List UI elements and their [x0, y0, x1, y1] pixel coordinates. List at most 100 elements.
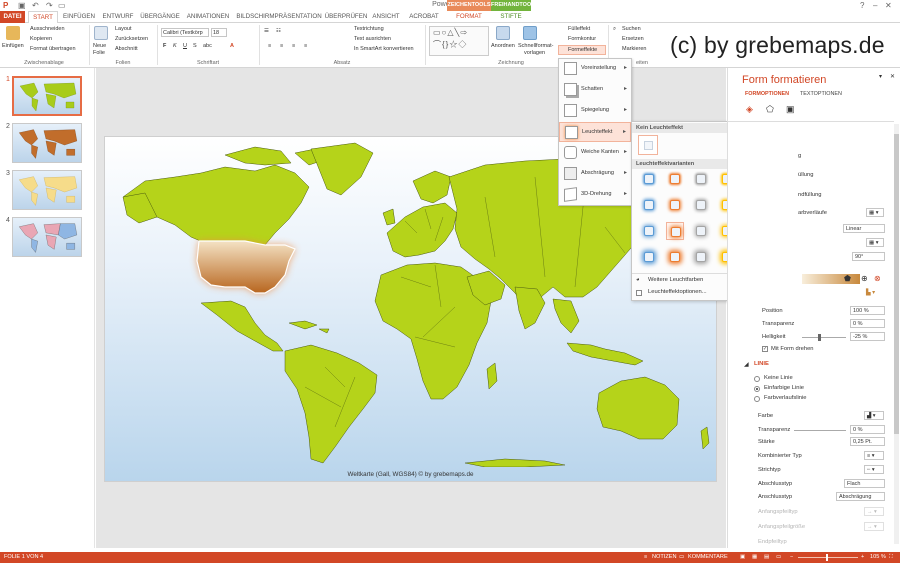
shape-outline-button[interactable]: Formkontur	[568, 36, 596, 42]
glow-variant-option[interactable]	[640, 248, 658, 266]
glow-variant-option[interactable]	[640, 170, 658, 188]
menu-item-bevel[interactable]: Abschrägung ▸	[559, 164, 631, 184]
tab-format[interactable]: FORMAT	[447, 11, 491, 23]
zoom-out-icon[interactable]: −	[790, 552, 793, 563]
paste-button[interactable]: Einfügen	[2, 43, 24, 49]
shadow-text-icon[interactable]: S	[193, 43, 197, 49]
quick-styles-icon[interactable]	[523, 26, 537, 40]
layout-button[interactable]: Layout	[115, 26, 132, 32]
text-direction-button[interactable]: Textrichtung	[354, 26, 384, 32]
underline-icon[interactable]: U	[183, 43, 187, 49]
new-slide-button[interactable]: Neue	[93, 43, 106, 49]
add-stop-icon[interactable]: ⊕	[861, 274, 868, 283]
line-section-header[interactable]: LINIE	[754, 361, 769, 367]
tab-pens[interactable]: STIFTE	[491, 11, 531, 23]
strikethrough-icon[interactable]: abc	[203, 43, 212, 49]
reading-view-icon[interactable]: ▤	[764, 552, 769, 563]
quick-styles-button-line2[interactable]: vorlagen	[524, 50, 545, 56]
select-button[interactable]: Markieren	[622, 46, 646, 52]
no-line-radio[interactable]	[754, 376, 760, 382]
align-left-icon[interactable]: ≡	[268, 43, 271, 49]
font-color-icon[interactable]: A	[230, 43, 234, 49]
align-right-icon[interactable]: ≡	[292, 43, 295, 49]
menu-item-3d-rotation[interactable]: 3D-Drehung ▸	[559, 185, 631, 205]
fit-to-window-icon[interactable]: ⛶	[889, 552, 893, 563]
size-properties-icon[interactable]: ▣	[786, 104, 795, 115]
menu-item-glow[interactable]: Leuchteffekt ▸	[559, 122, 631, 142]
new-slide-icon[interactable]	[94, 26, 108, 40]
help-icon[interactable]: ?	[860, 1, 864, 10]
shape-effects-button-frame[interactable]: Formeffekte	[558, 45, 606, 55]
tab-design[interactable]: ENTWURF	[100, 11, 136, 23]
gradient-line-radio[interactable]	[754, 396, 760, 402]
normal-view-icon[interactable]: ▣	[740, 552, 745, 563]
glow-variant-option[interactable]	[640, 196, 658, 214]
tab-file[interactable]: DATEI	[0, 11, 25, 23]
shape-fill-button[interactable]: Fülleffekt	[568, 26, 590, 32]
glow-variant-option[interactable]	[692, 196, 710, 214]
align-text-button[interactable]: Text ausrichten	[354, 36, 391, 42]
pane-close-icon[interactable]: ✕	[890, 74, 895, 80]
remove-stop-icon[interactable]: ⊗	[874, 274, 881, 283]
tab-acrobat[interactable]: ACROBAT	[406, 11, 442, 23]
glow-variant-option[interactable]	[640, 222, 658, 240]
join-type-dropdown[interactable]: Abschrägung	[836, 492, 885, 501]
numbering-icon[interactable]: ☷	[276, 28, 281, 34]
gradient-stops-bar[interactable]	[802, 274, 860, 284]
glow-variant-option[interactable]	[666, 170, 684, 188]
zoom-slider[interactable]	[798, 557, 858, 558]
cap-type-dropdown[interactable]: Flach	[844, 479, 885, 488]
tab-transitions[interactable]: ÜBERGÄNGE	[138, 11, 182, 23]
transparency-field[interactable]: 0 %	[850, 319, 885, 328]
slideshow-view-icon[interactable]: ▭	[776, 552, 781, 563]
fill-line-icon[interactable]: ◈	[746, 104, 753, 115]
arrange-icon[interactable]	[496, 26, 510, 40]
smartart-button[interactable]: In SmartArt konvertieren	[354, 46, 414, 52]
menu-item-shadow[interactable]: Schatten ▸	[559, 80, 631, 100]
comments-icon[interactable]: ▭	[679, 552, 684, 563]
thumbnail-slide-2[interactable]	[12, 123, 82, 163]
tab-view[interactable]: ANSICHT	[368, 11, 404, 23]
notes-icon[interactable]: ≡	[644, 552, 647, 563]
line-color-dropdown[interactable]: ▟ ▾	[864, 411, 884, 420]
line-transparency-field[interactable]: 0 %	[850, 425, 885, 434]
pane-options-chevron-icon[interactable]: ▾	[879, 74, 882, 80]
notes-button[interactable]: NOTIZEN	[652, 552, 677, 563]
dash-type-dropdown[interactable]: ┄ ▾	[864, 465, 884, 474]
zoom-level[interactable]: 105 %	[870, 552, 886, 563]
stop-color-icon[interactable]: ▙ ▾	[866, 290, 875, 296]
font-name-field[interactable]: Calibri (Textkörp	[161, 28, 209, 37]
bullets-icon[interactable]: ☰	[264, 28, 269, 34]
angle-field[interactable]: 90°	[852, 252, 885, 261]
brightness-field[interactable]: -25 %	[850, 332, 885, 341]
menu-item-soft-edges[interactable]: Weiche Kanten ▸	[559, 143, 631, 163]
compound-type-dropdown[interactable]: ≡ ▾	[864, 451, 884, 460]
zoom-in-icon[interactable]: +	[861, 552, 864, 563]
new-slide-button-line2[interactable]: Folie	[93, 50, 105, 56]
cut-button[interactable]: Ausschneiden	[30, 26, 65, 32]
thumbnail-slide-1[interactable]	[12, 76, 82, 116]
no-glow-option[interactable]	[638, 135, 658, 155]
tab-animations[interactable]: ANIMATIONEN	[184, 11, 232, 23]
shape-effects-button[interactable]: Formeffekte	[568, 47, 597, 53]
glow-variant-option[interactable]	[666, 222, 684, 240]
format-painter-button[interactable]: Format übertragen	[30, 46, 76, 52]
copy-button[interactable]: Kopieren	[30, 36, 52, 42]
align-center-icon[interactable]: ≡	[280, 43, 283, 49]
reset-button[interactable]: Zurücksetzen	[115, 36, 148, 42]
gradient-stop-icon[interactable]: ⬟	[844, 274, 851, 283]
thumbnail-slide-3[interactable]	[12, 170, 82, 210]
menu-item-reflection[interactable]: Spiegelung ▸	[559, 101, 631, 121]
minimize-icon[interactable]: –	[873, 1, 877, 10]
tab-insert[interactable]: EINFÜGEN	[60, 11, 98, 23]
close-icon[interactable]: ✕	[885, 1, 892, 10]
gradient-preset-dropdown[interactable]: ▦ ▾	[866, 208, 884, 217]
line-transparency-slider[interactable]	[794, 430, 846, 431]
replace-button[interactable]: Ersetzen	[622, 36, 644, 42]
paste-icon[interactable]	[6, 26, 20, 40]
gradient-direction-dropdown[interactable]: ▦ ▾	[866, 238, 884, 247]
rotate-with-shape-checkbox[interactable]: ✓	[762, 346, 768, 352]
line-width-field[interactable]: 0,25 Pt.	[850, 437, 885, 446]
tab-text-options[interactable]: TEXTOPTIONEN	[800, 91, 842, 97]
zoom-slider-thumb[interactable]	[826, 554, 828, 561]
